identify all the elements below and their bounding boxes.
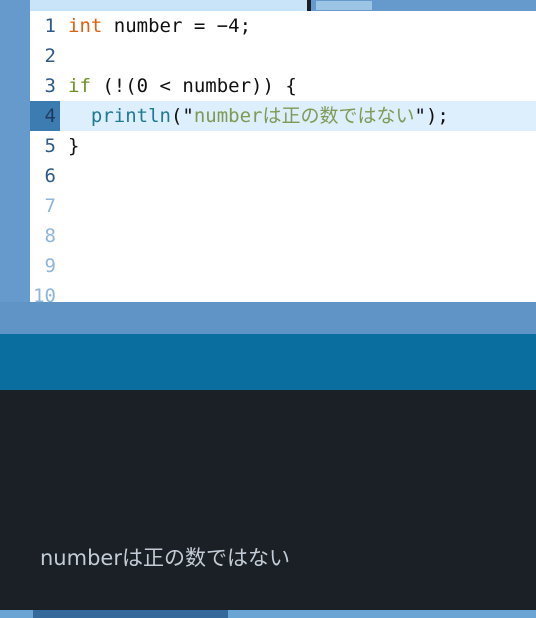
tab-bar-separator <box>307 0 311 11</box>
code-line[interactable]: 6 <box>30 161 536 191</box>
line-number[interactable]: 3 <box>30 71 60 101</box>
line-number[interactable]: 1 <box>30 11 60 41</box>
line-number[interactable]: 8 <box>30 221 60 251</box>
line-number[interactable]: 6 <box>30 161 60 191</box>
code-token-fn: println <box>90 105 171 127</box>
line-number-gutter[interactable] <box>0 11 30 302</box>
code-token-plain: number = −4; <box>102 15 252 37</box>
code-line-content[interactable]: int number = −4; <box>60 11 536 41</box>
line-number[interactable]: 4 <box>30 101 60 131</box>
code-line[interactable]: 10 <box>30 281 536 302</box>
code-line-content[interactable]: println("numberは正の数ではない"); <box>60 101 536 131</box>
editor-tab-bar <box>0 0 536 11</box>
status-bar[interactable] <box>0 610 536 618</box>
code-line[interactable]: 2 <box>30 41 536 71</box>
code-line-content[interactable] <box>60 251 536 281</box>
status-bar-segment[interactable] <box>33 610 228 618</box>
tab-inactive[interactable] <box>316 1 372 10</box>
console-output-line: numberは正の数ではない <box>40 546 290 570</box>
line-number[interactable]: 2 <box>30 41 60 71</box>
run-toolbar-band <box>0 334 536 390</box>
line-number[interactable]: 7 <box>30 191 60 221</box>
line-number[interactable]: 5 <box>30 131 60 161</box>
code-line[interactable]: 7 <box>30 191 536 221</box>
code-line[interactable]: 9 <box>30 251 536 281</box>
tab-active[interactable] <box>30 0 307 11</box>
code-line-content[interactable]: } <box>60 131 536 161</box>
code-token-plain: (" <box>170 105 194 127</box>
code-line[interactable]: 8 <box>30 221 536 251</box>
code-editor[interactable]: 1 int number = −4; 2 3 if (!(0 < number)) {4… <box>0 11 536 302</box>
code-line-content[interactable] <box>60 281 536 302</box>
console-panel[interactable]: numberは正の数ではない <box>0 390 536 610</box>
code-text-area[interactable]: 1 int number = −4; 2 3 if (!(0 < number)) {4… <box>30 11 536 302</box>
panel-divider-blue <box>0 302 536 334</box>
code-line[interactable]: 5} <box>30 131 536 161</box>
app-root: 1 int number = −4; 2 3 if (!(0 < number)) {4… <box>0 0 536 618</box>
line-number[interactable]: 10 <box>30 281 60 302</box>
tab-bar-gutter-cap <box>0 0 30 11</box>
line-number[interactable]: 9 <box>30 251 60 281</box>
code-line-content[interactable] <box>60 41 536 71</box>
code-line-content[interactable] <box>60 191 536 221</box>
code-token-kw-type: int <box>68 15 103 37</box>
code-line-content[interactable] <box>60 221 536 251</box>
code-token-plain: (!(0 < number)) { <box>90 75 297 97</box>
code-token-plain: "); <box>414 105 449 127</box>
code-token-kw-ctrl: if <box>68 75 91 97</box>
code-line[interactable]: 4 println("numberは正の数ではない"); <box>30 101 536 131</box>
code-line-content[interactable]: if (!(0 < number)) { <box>60 71 536 101</box>
code-token-plain: } <box>68 135 80 157</box>
code-line-content[interactable] <box>60 161 536 191</box>
code-token-str: numberは正の数ではない <box>193 105 415 127</box>
code-line[interactable]: 3 if (!(0 < number)) { <box>30 71 536 101</box>
code-line[interactable]: 1 int number = −4; <box>30 11 536 41</box>
